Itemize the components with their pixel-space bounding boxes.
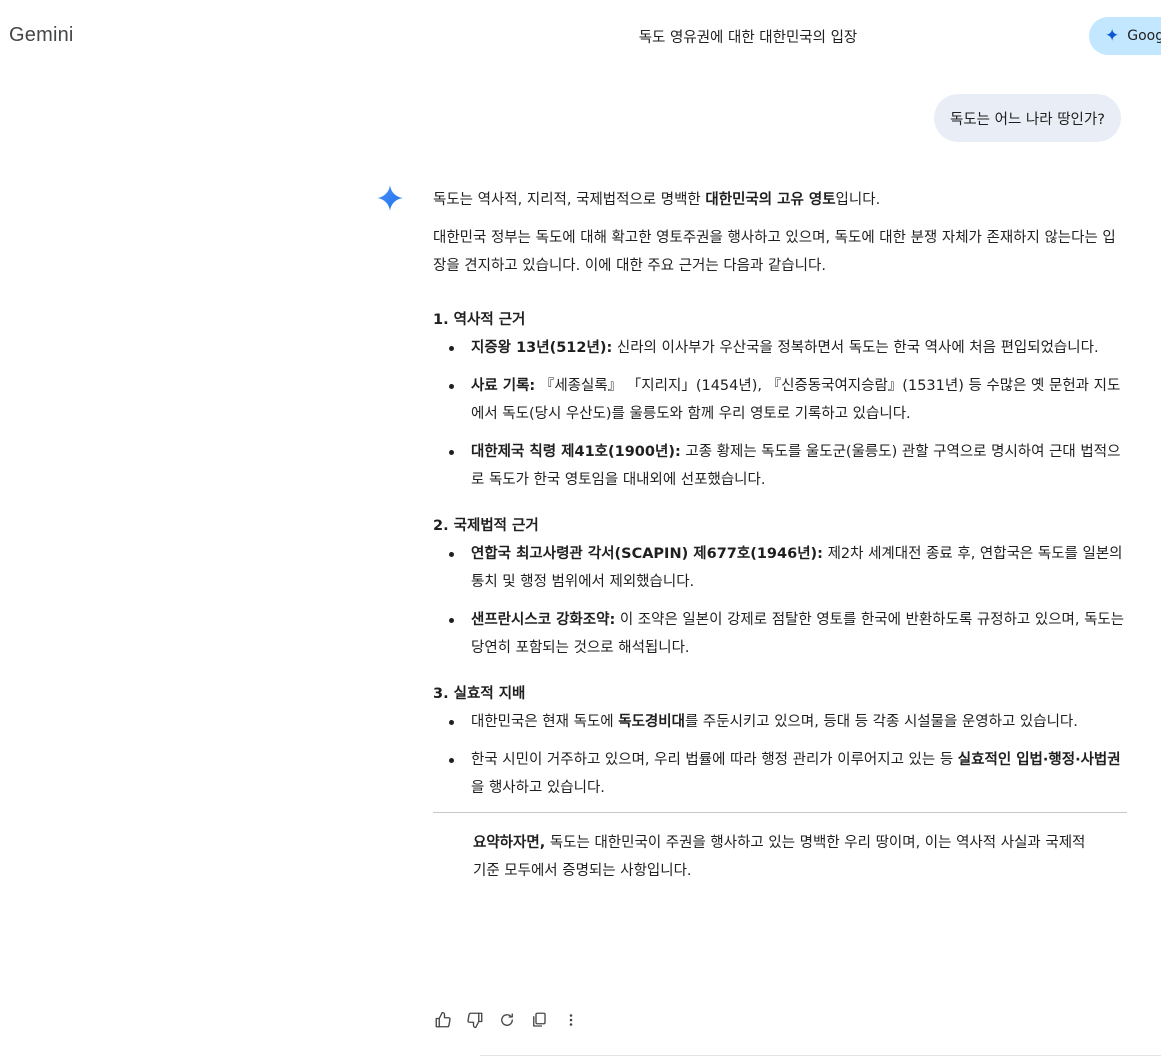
summary-bold: 요약하자면,	[473, 835, 546, 851]
intro-bold: 대한민국의 고유 영토	[705, 192, 836, 208]
conversation-title-text[interactable]: 독도 영유권에 대한 대한민국의 입장	[639, 26, 858, 47]
item-bold: 실효적인 입법·행정·사법권	[957, 752, 1121, 768]
thumbs-up-icon	[435, 1011, 451, 1028]
response-actions	[433, 1010, 581, 1030]
list-item: 사료 기록: 『세종실록』 「지리지」(1454년), 『신증동국여지승람』(1…	[449, 372, 1127, 428]
thumbs-down-icon	[467, 1012, 483, 1029]
bullet-list: 지증왕 13년(512년): 신라의 이사부가 우산국을 정복하면서 독도는 한…	[433, 334, 1127, 494]
intro-after: 입니다.	[835, 192, 881, 208]
item-bold: 독도경비대	[618, 714, 685, 730]
item-pre: 한국 시민이 거주하고 있으며, 우리 법률에 따라 행정 관리가 이루어지고 …	[471, 752, 958, 768]
upgrade-button[interactable]: ✦ Google	[1089, 17, 1161, 55]
bottom-divider	[480, 1055, 1161, 1056]
copy-button[interactable]	[529, 1010, 549, 1030]
section-effective-control: 3. 실효적 지배 대한민국은 현재 독도에 독도경비대를 주둔시키고 있으며,…	[433, 680, 1127, 802]
section-international-law: 2. 국제법적 근거 연합국 최고사령관 각서(SCAPIN) 제677호(19…	[433, 512, 1127, 662]
section-heading: 1. 역사적 근거	[433, 312, 526, 328]
intro-before: 독도는 역사적, 지리적, 국제법적으로 명백한	[433, 192, 706, 208]
response-paragraph: 대한민국 정부는 독도에 대해 확고한 영토주권을 행사하고 있으며, 독도에 …	[433, 230, 1116, 274]
copy-icon	[533, 1012, 546, 1027]
list-item: 샌프란시스코 강화조약: 이 조약은 일본이 강제로 점탈한 영토를 한국에 반…	[449, 606, 1127, 662]
item-text: 『세종실록』 「지리지」(1454년), 『신증동국여지승람』(1531년) 등…	[471, 378, 1121, 422]
redo-button[interactable]	[497, 1010, 517, 1030]
gemini-page: Gemini 독도 영유권에 대한 대한민국의 입장 ✦ Google 독도는 …	[0, 0, 1161, 1059]
item-title: 지증왕 13년(512년):	[471, 340, 613, 356]
gemini-spark-icon	[377, 185, 403, 211]
upgrade-label: Google	[1127, 28, 1161, 44]
model-response: 독도는 역사적, 지리적, 국제법적으로 명백한 대한민국의 고유 영토입니다.…	[433, 186, 1127, 885]
section-heading: 3. 실효적 지배	[433, 686, 526, 702]
item-text: 를 주둔시키고 있으며, 등대 등 각종 시설물을 운영하고 있습니다.	[684, 714, 1078, 730]
redo-icon	[501, 1013, 513, 1026]
section-heading: 2. 국제법적 근거	[433, 518, 539, 534]
item-pre: 대한민국은 현재 독도에	[471, 714, 619, 730]
more-vert-icon	[569, 1014, 573, 1026]
item-title: 샌프란시스코 강화조약:	[471, 612, 616, 628]
user-message-bubble: 독도는 어느 나라 땅인가?	[934, 94, 1121, 142]
item-title: 대한제국 칙령 제41호(1900년):	[471, 444, 681, 460]
item-title: 사료 기록:	[471, 378, 536, 394]
item-title: 연합국 최고사령관 각서(SCAPIN) 제677호(1946년):	[471, 546, 823, 562]
response-summary: 요약하자면, 독도는 대한민국이 주권을 행사하고 있는 명백한 우리 땅이며,…	[433, 829, 1093, 885]
list-item: 한국 시민이 거주하고 있으며, 우리 법률에 따라 행정 관리가 이루어지고 …	[449, 746, 1127, 802]
thumbs-down-button[interactable]	[465, 1010, 485, 1030]
conversation-title: 독도 영유권에 대한 대한민국의 입장	[0, 26, 1161, 47]
list-item: 지증왕 13년(512년): 신라의 이사부가 우산국을 정복하면서 독도는 한…	[449, 334, 1127, 362]
item-text: 신라의 이사부가 우산국을 정복하면서 독도는 한국 역사에 처음 편입되었습니…	[612, 340, 1099, 356]
thumbs-up-button[interactable]	[433, 1010, 453, 1030]
list-item: 대한민국은 현재 독도에 독도경비대를 주둔시키고 있으며, 등대 등 각종 시…	[449, 708, 1127, 736]
more-options-button[interactable]	[561, 1010, 581, 1030]
summary-text: 독도는 대한민국이 주권을 행사하고 있는 명백한 우리 땅이며, 이는 역사적…	[473, 835, 1086, 879]
horizontal-divider	[433, 812, 1127, 813]
response-intro: 독도는 역사적, 지리적, 국제법적으로 명백한 대한민국의 고유 영토입니다.	[433, 186, 1127, 214]
bullet-list: 대한민국은 현재 독도에 독도경비대를 주둔시키고 있으며, 등대 등 각종 시…	[433, 708, 1127, 802]
bullet-list: 연합국 최고사령관 각서(SCAPIN) 제677호(1946년): 제2차 세…	[433, 540, 1127, 662]
list-item: 연합국 최고사령관 각서(SCAPIN) 제677호(1946년): 제2차 세…	[449, 540, 1127, 596]
section-historical: 1. 역사적 근거 지증왕 13년(512년): 신라의 이사부가 우산국을 정…	[433, 306, 1127, 494]
sparkle-icon: ✦	[1105, 25, 1120, 46]
item-text: 을 행사하고 있습니다.	[471, 780, 605, 796]
list-item: 대한제국 칙령 제41호(1900년): 고종 황제는 독도를 울도군(울릉도)…	[449, 438, 1127, 494]
